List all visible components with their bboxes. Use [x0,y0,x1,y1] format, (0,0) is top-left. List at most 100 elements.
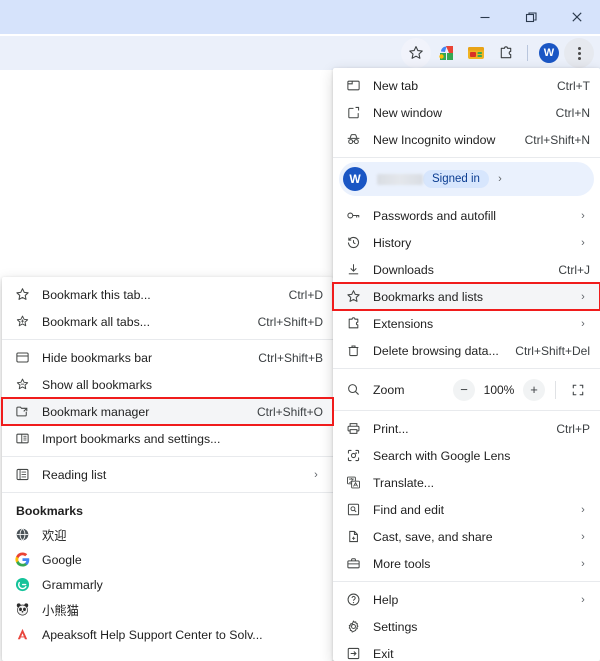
menu-item-show-all-bookmarks[interactable]: Show all bookmarks [2,371,333,398]
menu-item-label: Bookmark manager [42,404,150,419]
reading-list-icon [2,467,42,482]
menu-item-bookmarks-and-lists[interactable]: Bookmarks and lists › [332,282,600,311]
profile-avatar[interactable]: W [534,38,564,68]
menu-item-label: Show all bookmarks [42,377,153,392]
bookmark-item-welcome[interactable]: 欢迎 [2,522,333,547]
chevron-right-icon: › [314,468,318,481]
apeaksoft-favicon [2,627,42,642]
menu-item-accelerator: Ctrl+N [555,105,590,120]
menu-item-cast-save-and-share[interactable]: Cast, save, and share › [333,523,600,550]
menu-item-search-with-google-lens[interactable]: Search with Google Lens [333,442,600,469]
toolbar-divider [527,45,528,61]
bookmark-manager-icon [2,404,42,419]
menu-item-exit[interactable]: Exit [333,640,600,661]
menu-item-label: Hide bookmarks bar [42,350,153,365]
menu-item-label: Downloads [373,262,434,277]
restore-button[interactable] [508,0,554,34]
menu-item-bookmark-manager[interactable]: Bookmark manager Ctrl+Shift+O [1,397,334,426]
menu-item-accelerator: Ctrl+Shift+O [256,404,323,419]
menu-item-new-tab[interactable]: New tab Ctrl+T [333,72,600,99]
google-favicon [2,552,42,567]
menu-item-help[interactable]: Help › [333,586,600,613]
bookmark-item-google[interactable]: Google [2,547,333,572]
account-row[interactable]: W Signed in › [339,162,594,196]
bookmark-label: Google [42,552,82,567]
menu-item-label: Settings [373,619,418,634]
menu-item-label: Passwords and autofill [373,208,497,223]
translate-icon [333,475,373,490]
menu-item-hide-bookmarks-bar[interactable]: Hide bookmarks bar Ctrl+Shift+B [2,344,333,371]
menu-item-accelerator: Ctrl+J [558,262,590,277]
menu-item-more-tools[interactable]: More tools › [333,550,600,577]
extensions-puzzle-icon [333,316,373,331]
menu-item-delete-browsing-data[interactable]: Delete browsing data... Ctrl+Shift+Del [333,337,600,364]
print-icon [333,421,373,436]
menu-item-accelerator: Ctrl+Shift+N [524,132,590,147]
chevron-right-icon: › [581,317,585,330]
new-tab-icon [333,78,373,93]
bookmark-all-tabs-icon [2,314,42,329]
zoom-divider [555,380,556,399]
grammarly-favicon [2,577,42,592]
menu-item-label: New window [373,105,443,120]
bookmark-star-icon[interactable] [401,38,431,68]
browser-window: W Bookmark this tab... Ctrl+D Bookmark a [0,0,600,661]
menu-item-print[interactable]: Print... Ctrl+P [333,415,600,442]
bookmark-item-grammarly[interactable]: Grammarly [2,572,333,597]
globe-favicon [2,527,42,542]
chevron-right-icon: › [581,209,585,222]
bookmark-label: 欢迎 [42,528,67,543]
menu-separator [2,492,333,493]
bookmark-item-panda[interactable]: 小熊猫 [2,597,333,622]
menu-item-label: Help [373,592,399,607]
menu-item-find-and-edit[interactable]: Find and edit › [333,496,600,523]
chevron-right-icon: › [581,290,585,303]
chevron-right-icon: › [581,593,585,606]
minimize-button[interactable] [462,0,508,34]
account-name-redacted [377,173,423,185]
menu-item-settings[interactable]: Settings [333,613,600,640]
menu-item-label: History [373,235,412,250]
zoom-in-button[interactable]: + [523,378,545,401]
chevron-right-icon: › [581,530,585,543]
bookmarks-star-icon [333,289,373,304]
close-button[interactable] [554,0,600,34]
settings-gear-icon [333,619,373,634]
zoom-out-button[interactable]: − [453,378,475,401]
menu-separator [333,368,600,369]
menu-item-accelerator: Ctrl+D [288,287,323,302]
menu-item-label: Print... [373,421,409,436]
find-edit-icon [333,502,373,517]
menu-item-translate[interactable]: Translate... [333,469,600,496]
bookmark-label: Grammarly [42,577,103,592]
menu-item-import-bookmarks[interactable]: Import bookmarks and settings... [2,425,333,452]
menu-item-extensions[interactable]: Extensions › [333,310,600,337]
panda-favicon [2,602,42,617]
menu-item-accelerator: Ctrl+Shift+D [257,314,323,329]
menu-item-accelerator: Ctrl+P [556,421,590,436]
extension-card-icon[interactable] [461,38,491,68]
menu-item-bookmark-this-tab[interactable]: Bookmark this tab... Ctrl+D [2,281,333,308]
chrome-menu-icon[interactable] [564,38,594,68]
zoom-row: Zoom − 100% + [333,373,600,406]
menu-item-passwords-and-autofill[interactable]: Passwords and autofill › [333,202,600,229]
bookmark-item-apeaksoft[interactable]: Apeaksoft Help Support Center to Solv... [2,622,333,647]
menu-item-history[interactable]: History › [333,229,600,256]
new-window-icon [333,105,373,120]
menu-item-label: Bookmark all tabs... [42,314,150,329]
menu-item-bookmark-all-tabs[interactable]: Bookmark all tabs... Ctrl+Shift+D [2,308,333,335]
menu-item-downloads[interactable]: Downloads Ctrl+J [333,256,600,283]
title-bar [0,0,600,34]
google-apps-icon[interactable] [431,38,461,68]
bookmarks-heading: Bookmarks [16,504,83,518]
menu-separator [333,581,600,582]
menu-item-label: New tab [373,78,419,93]
bookmark-label: 小熊猫 [42,603,79,618]
extensions-puzzle-icon[interactable] [491,38,521,68]
kebab-dots [577,46,581,60]
menu-item-reading-list[interactable]: Reading list › [2,461,333,488]
menu-item-new-window[interactable]: New window Ctrl+N [333,99,600,126]
menu-item-new-incognito-window[interactable]: New Incognito window Ctrl+Shift+N [333,126,600,153]
incognito-icon [333,132,373,147]
fullscreen-icon[interactable] [566,378,590,402]
